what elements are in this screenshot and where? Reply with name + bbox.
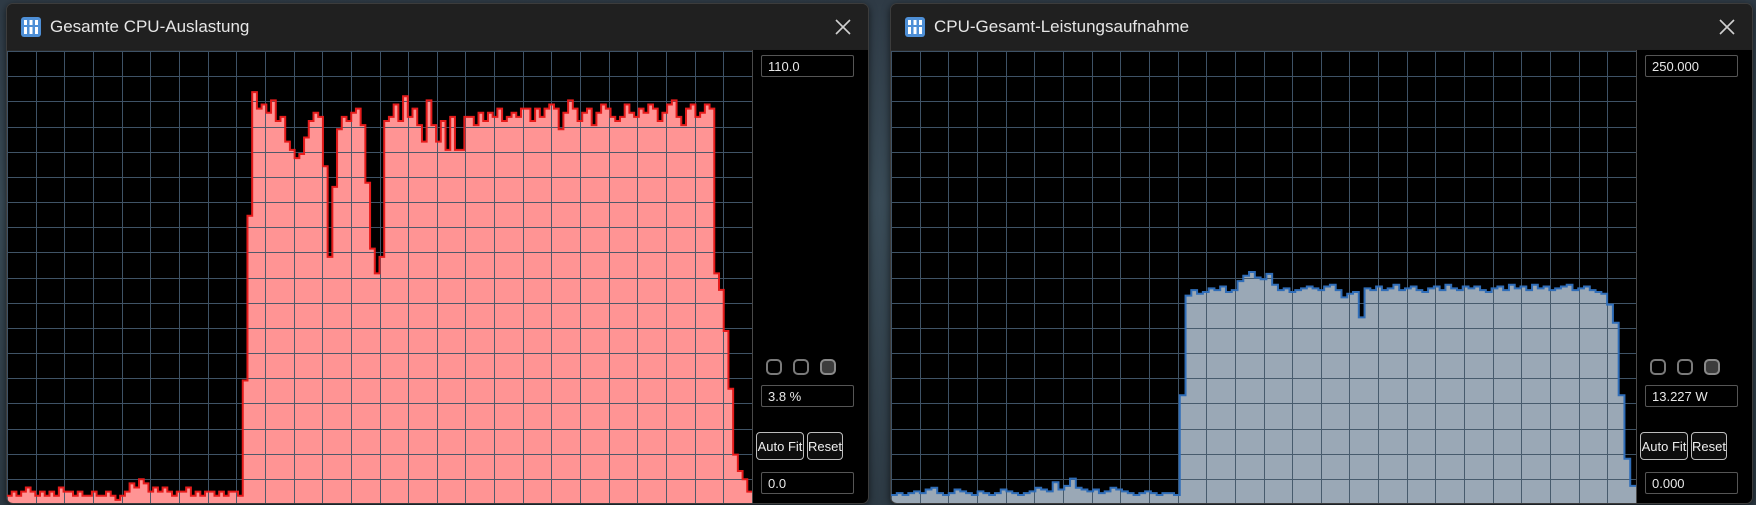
graph-area: [7, 92, 752, 503]
graph-area: [891, 272, 1636, 503]
title-bar[interactable]: CPU-Gesamt-Leistungsaufnahme: [891, 4, 1752, 49]
min-value-field[interactable]: 0.0: [761, 472, 854, 494]
max-value-field[interactable]: 250.000: [1645, 55, 1738, 77]
min-value-field[interactable]: 0.000: [1645, 472, 1738, 494]
graph-control-panel: 250.000 13.227 W Auto Fit Reset 0.000: [1636, 50, 1752, 503]
auto-fit-button[interactable]: Auto Fit: [756, 432, 804, 460]
auto-fit-button[interactable]: Auto Fit: [1640, 432, 1688, 460]
toggle-icon[interactable]: [766, 359, 782, 375]
graph-plot-area[interactable]: [7, 50, 752, 503]
close-button[interactable]: [826, 10, 860, 44]
hwinfo-app-icon: [21, 17, 41, 37]
current-value-field: 13.227 W: [1645, 385, 1738, 407]
title-bar[interactable]: Gesamte CPU-Auslastung: [7, 4, 868, 49]
graph-plot-area[interactable]: [891, 50, 1636, 503]
toggle-icon[interactable]: [1704, 359, 1720, 375]
hwinfo-app-icon: [905, 17, 925, 37]
cpu-usage-graph: [7, 51, 752, 503]
window-title: Gesamte CPU-Auslastung: [50, 17, 250, 36]
graph-window-cpu-usage: Gesamte CPU-Auslastung 110.0 3.8 % Auto …: [6, 3, 869, 504]
graph-control-panel: 110.0 3.8 % Auto Fit Reset 0.0: [752, 50, 868, 503]
max-value-field[interactable]: 110.0: [761, 55, 854, 77]
cpu-power-graph: [891, 51, 1636, 503]
reset-button[interactable]: Reset: [807, 432, 843, 460]
close-icon: [1719, 19, 1735, 35]
close-button[interactable]: [1710, 10, 1744, 44]
toggle-icon[interactable]: [1650, 359, 1666, 375]
reset-button[interactable]: Reset: [1691, 432, 1727, 460]
window-title: CPU-Gesamt-Leistungsaufnahme: [934, 17, 1190, 36]
toggle-icon[interactable]: [1677, 359, 1693, 375]
toggle-icon[interactable]: [820, 359, 836, 375]
current-value-field: 3.8 %: [761, 385, 854, 407]
graph-window-cpu-power: CPU-Gesamt-Leistungsaufnahme 250.000 13.…: [890, 3, 1753, 504]
close-icon: [835, 19, 851, 35]
toggle-icon[interactable]: [793, 359, 809, 375]
